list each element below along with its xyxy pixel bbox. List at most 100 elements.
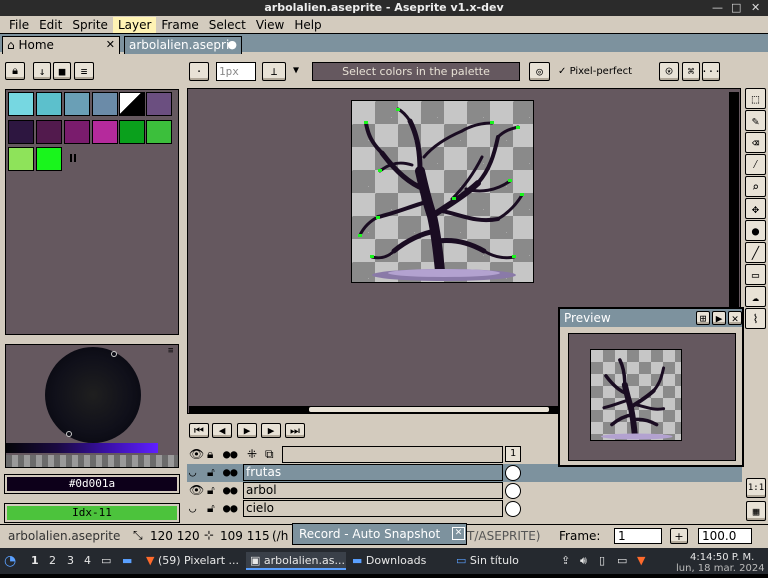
layer-row-cielo[interactable]: ◡ 🔓︎ ●● cielo: [187, 500, 742, 518]
palette-menu-icon[interactable]: ≡: [74, 62, 94, 80]
layer-name[interactable]: frutas: [243, 464, 503, 481]
file-manager-icon[interactable]: ▭: [101, 552, 111, 570]
task-aseprite[interactable]: ▣ arbolalien.as...: [246, 552, 346, 570]
one-to-one-button[interactable]: 1:1: [746, 478, 766, 498]
alpha-slider[interactable]: [6, 455, 178, 467]
filmstrip-icon[interactable]: ▦: [746, 501, 766, 521]
close-window-button[interactable]: ✕: [751, 0, 760, 16]
ink-dropdown-icon[interactable]: ▼: [293, 63, 307, 79]
maximize-button[interactable]: □: [731, 0, 741, 16]
lock-icon[interactable]: 🔒︎: [5, 62, 25, 80]
tray-volume-icon[interactable]: 🔊︎: [580, 552, 587, 570]
zoom-input[interactable]: 100.0: [698, 528, 752, 544]
contour-tool-icon[interactable]: ☁: [745, 286, 766, 307]
preview-center-icon[interactable]: ⊞: [696, 311, 710, 325]
fg-color-hex[interactable]: #0d001a: [4, 474, 180, 494]
eraser-tool-icon[interactable]: ⌫: [745, 132, 766, 153]
palette-square-icon[interactable]: ■: [53, 62, 71, 80]
lock-icon[interactable]: 🔓︎: [207, 501, 215, 516]
palette-swatch[interactable]: [92, 92, 118, 116]
add-frame-button[interactable]: +: [670, 528, 688, 544]
dynamics-2-icon[interactable]: ⌘: [682, 62, 700, 81]
symmetry-icon[interactable]: ◎: [529, 62, 550, 81]
task-browser[interactable]: ▼ (59) Pixelart ...: [146, 552, 242, 570]
pixel-perfect-toggle[interactable]: ✓ Pixel-perfect: [558, 64, 658, 80]
rectangle-tool-icon[interactable]: ▭: [745, 264, 766, 285]
move-tool-icon[interactable]: ✥: [745, 198, 766, 219]
wheel-handle[interactable]: [66, 431, 72, 437]
minimize-button[interactable]: —: [712, 0, 723, 16]
tray-chat-icon[interactable]: ▭: [617, 552, 627, 570]
menu-file[interactable]: File: [4, 17, 34, 33]
palette-swatch[interactable]: [92, 120, 118, 144]
wheel-handle[interactable]: [111, 351, 117, 357]
hidden-eye-icon[interactable]: ◡: [189, 501, 196, 515]
first-frame-icon[interactable]: ⏮: [189, 423, 209, 438]
dynamics-icon[interactable]: ⍟: [659, 62, 679, 81]
link-icon[interactable]: ⧉: [265, 447, 274, 462]
continuous-icon[interactable]: ●●: [223, 483, 237, 497]
preview-window[interactable]: Preview ⊞ ▶ ✕: [558, 307, 744, 467]
ink-type-icon[interactable]: ⊥: [262, 62, 286, 81]
eye-icon[interactable]: 👁︎: [189, 483, 204, 497]
palette-swatch[interactable]: [64, 120, 90, 144]
hue-slider[interactable]: [6, 443, 158, 453]
brush-type-button[interactable]: ·: [189, 62, 209, 81]
cel-dot[interactable]: [505, 501, 521, 517]
eye-icon[interactable]: 👁︎: [189, 447, 204, 461]
menu-help[interactable]: Help: [289, 17, 326, 33]
tray-upload-icon[interactable]: ⇪: [561, 552, 570, 570]
menu-select[interactable]: Select: [204, 17, 251, 33]
palette-swatch[interactable]: [146, 120, 172, 144]
palette-swatch[interactable]: [36, 120, 62, 144]
workspace-1[interactable]: 1: [31, 552, 39, 570]
preview-close-icon[interactable]: ✕: [728, 311, 742, 325]
pencil-tool-icon[interactable]: ✎: [745, 110, 766, 131]
brush-size-input[interactable]: 1px: [216, 62, 256, 81]
cel-dot[interactable]: [505, 465, 521, 481]
continuous-icon[interactable]: ●●: [223, 501, 237, 515]
wheel-menu-icon[interactable]: ≡: [168, 347, 176, 356]
workspace-4[interactable]: 4: [84, 552, 91, 570]
layer-name[interactable]: cielo: [243, 500, 503, 517]
tab-modified-dot-icon[interactable]: ●: [227, 37, 237, 53]
previous-frame-icon[interactable]: ◀: [212, 423, 232, 438]
layer-row-arbol[interactable]: 👁︎ 🔓︎ ●● arbol: [187, 482, 742, 500]
palette-swatch[interactable]: [64, 92, 90, 116]
cel-dot[interactable]: [505, 483, 521, 499]
task-downloads[interactable]: ▬ Downloads: [352, 552, 448, 570]
folder-icon[interactable]: ▬: [122, 552, 132, 570]
task-untitled[interactable]: ▭ Sin título: [456, 552, 552, 570]
marquee-tool-icon[interactable]: ⬚: [745, 88, 766, 109]
tiles-icon[interactable]: ⁜: [247, 447, 257, 461]
line-tool-icon[interactable]: ╱: [745, 242, 766, 263]
palette-swatch[interactable]: [36, 92, 62, 116]
palette-swatch[interactable]: [8, 92, 34, 116]
zoom-tool-icon[interactable]: ⌕: [745, 176, 766, 197]
sprite-canvas[interactable]: [351, 100, 534, 283]
tray-battery-icon[interactable]: ▯: [599, 552, 605, 570]
palette-swatch[interactable]: [146, 92, 172, 116]
last-frame-icon[interactable]: ⏭: [285, 423, 305, 438]
layer-name[interactable]: arbol: [243, 482, 503, 499]
palette-swatch[interactable]: [8, 120, 34, 144]
workspace-3[interactable]: 3: [67, 552, 74, 570]
color-index-label[interactable]: Idx-11: [4, 503, 180, 523]
menu-view[interactable]: View: [251, 17, 289, 33]
blur-tool-icon[interactable]: ⌇: [745, 308, 766, 329]
lock-icon[interactable]: 🔓︎: [207, 465, 215, 480]
record-popup[interactable]: Record - Auto Snapshot ✕: [292, 523, 467, 545]
menu-layer[interactable]: Layer: [112, 16, 157, 33]
tab-arbolalien[interactable]: arbolalien.asepri ●: [124, 36, 242, 54]
palette-swatch[interactable]: [119, 92, 145, 116]
tab-home-close-icon[interactable]: ✕: [106, 37, 115, 53]
record-close-icon[interactable]: ✕: [452, 527, 465, 540]
palette-down-arrow-icon[interactable]: ↓: [33, 62, 51, 80]
tray-brave-icon[interactable]: ▼: [637, 552, 645, 570]
frame-input[interactable]: 1: [614, 528, 662, 544]
canvas-horizontal-scrollbar[interactable]: [189, 406, 559, 413]
start-menu-icon[interactable]: ◔: [4, 552, 16, 570]
next-frame-icon[interactable]: ▶: [261, 423, 281, 438]
palette-swatch[interactable]: [8, 147, 34, 171]
palette-swatch[interactable]: [36, 147, 62, 171]
